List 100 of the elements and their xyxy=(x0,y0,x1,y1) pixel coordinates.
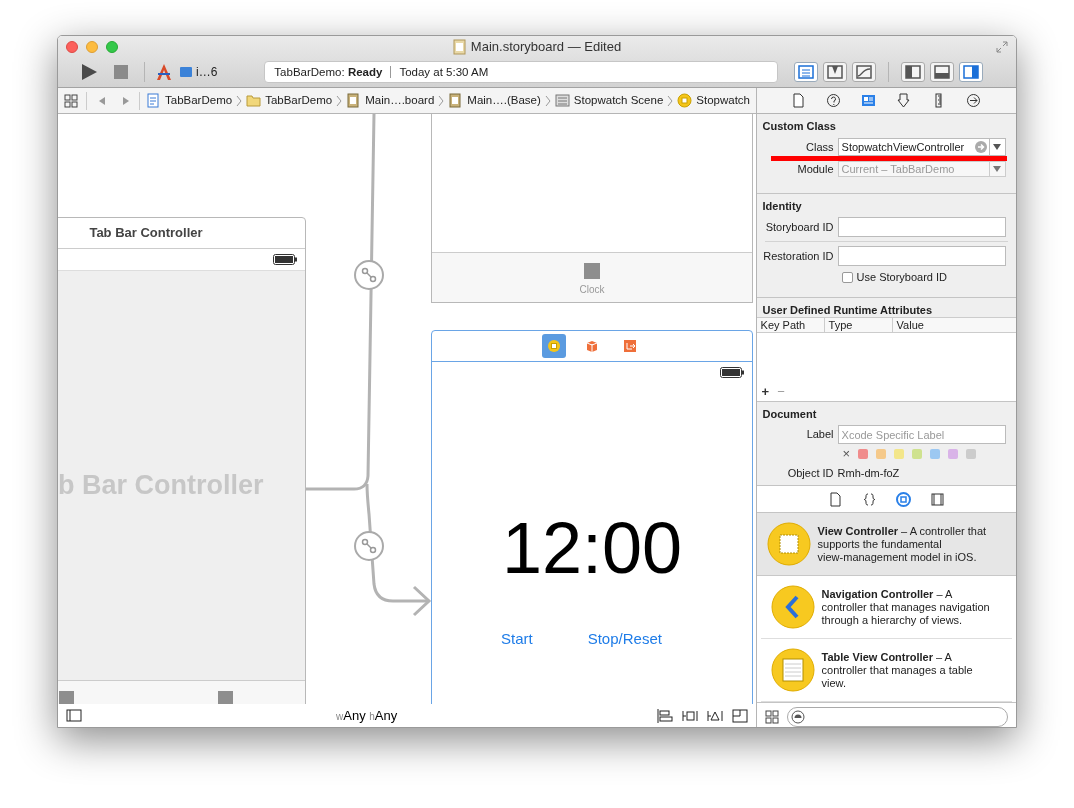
section-header: Document xyxy=(761,407,818,422)
storyboard-icon xyxy=(448,93,464,108)
debug-toggle-button[interactable] xyxy=(930,62,955,83)
attributes-icon xyxy=(895,92,913,109)
battery-icon xyxy=(273,254,297,265)
section-header: Custom Class xyxy=(761,119,837,134)
item-description: Table View Controller – A controller that manages a table view. xyxy=(821,650,974,690)
folder-icon xyxy=(246,93,262,108)
library-item[interactable]: View Controller – A controller that supports the fundamental view‑management model in iOS. xyxy=(756,513,1016,576)
label-color-swatch[interactable] xyxy=(948,448,959,459)
responder-icon xyxy=(584,338,600,354)
field-label: Object ID xyxy=(786,466,835,481)
start-button[interactable]: Start xyxy=(501,628,533,651)
restoration-id-field[interactable] xyxy=(837,246,1006,266)
label-color-swatch[interactable] xyxy=(912,448,923,459)
storyboard-id-field[interactable] xyxy=(837,217,1006,237)
scheme-label[interactable]: i…6 xyxy=(196,63,218,82)
storyboard-file-icon xyxy=(452,38,467,55)
filter-field[interactable] xyxy=(786,706,1008,727)
status-project: TabBarDemo: xyxy=(274,64,346,80)
field-label: Label xyxy=(805,427,835,443)
controller-icon xyxy=(546,338,562,354)
back-arrow-icon[interactable] xyxy=(97,95,107,106)
close-button[interactable] xyxy=(66,40,78,53)
label-color-swatch[interactable] xyxy=(966,448,977,459)
status-state: Ready xyxy=(347,64,383,80)
stop-icon[interactable] xyxy=(114,65,128,80)
dropdown-caret-icon xyxy=(993,166,1002,173)
app-target-icon[interactable] xyxy=(155,63,173,82)
tab-item-icon xyxy=(584,263,600,279)
path-separator-icon xyxy=(336,94,343,107)
standard-toggle-button[interactable] xyxy=(794,62,819,83)
align-icon[interactable] xyxy=(656,708,673,723)
minimize-button[interactable] xyxy=(86,40,98,53)
clear-label-button[interactable]: × xyxy=(842,447,851,460)
time-label: 12:00 xyxy=(501,512,683,584)
navigation-controller-icon xyxy=(770,585,815,629)
forward-arrow-icon[interactable] xyxy=(121,95,131,106)
section-header: Identity xyxy=(761,199,803,214)
utilities-toggle-button[interactable] xyxy=(959,62,984,83)
help-icon xyxy=(825,92,843,109)
jump-bar-item[interactable]: TabBarDemo xyxy=(146,91,233,110)
label-color-swatch[interactable] xyxy=(876,448,887,459)
media-icon xyxy=(928,490,946,508)
checkbox[interactable] xyxy=(841,271,853,283)
checkbox-label: Use Storyboard ID xyxy=(856,270,948,285)
run-icon[interactable] xyxy=(80,63,98,82)
resizing-icon[interactable] xyxy=(731,708,748,723)
arrow-circle-icon[interactable] xyxy=(974,141,987,153)
filter-icon xyxy=(790,709,805,724)
version-toggle-button[interactable] xyxy=(852,62,877,83)
column-header[interactable]: Value xyxy=(892,316,1016,334)
zoom-button[interactable] xyxy=(106,40,118,53)
status-time: Today at 5:30 AM xyxy=(399,64,489,80)
path-separator-icon xyxy=(544,94,551,107)
scene-title: Tab Bar Controller xyxy=(89,224,203,243)
tab-item-label: Clock xyxy=(579,285,605,295)
size-class-button[interactable]: wAny hAny xyxy=(336,705,398,726)
label-color-swatch[interactable] xyxy=(858,448,869,459)
jump-bar-item[interactable]: Main….board xyxy=(346,91,435,110)
table-controller-icon xyxy=(770,648,815,692)
path-separator-icon xyxy=(438,94,445,107)
dropdown-caret-icon xyxy=(993,144,1002,150)
field-label: Storyboard ID xyxy=(764,219,835,235)
pin-icon[interactable] xyxy=(681,708,698,723)
path-separator-icon xyxy=(667,94,674,107)
controller-dock-button[interactable] xyxy=(542,334,566,358)
jump-bar-item[interactable]: TabBarDemo xyxy=(246,91,333,110)
scene-icon xyxy=(554,93,570,108)
label-field[interactable]: Xcode Specific Label xyxy=(837,425,1006,444)
fullscreen-icon[interactable] xyxy=(996,40,1008,53)
jump-bar-item[interactable]: Stopwatch Scene xyxy=(554,91,664,110)
class-combo-box[interactable]: StopwatchViewController xyxy=(837,138,1006,156)
label-color-swatch[interactable] xyxy=(930,448,941,459)
related-items-icon[interactable] xyxy=(64,93,78,108)
grid-view-icon[interactable] xyxy=(764,709,779,724)
item-description: View Controller – A controller that supports the fundamental view‑management model in iOS. xyxy=(817,524,988,564)
field-label: Restoration ID xyxy=(762,248,835,264)
add-button[interactable]: + xyxy=(761,385,770,398)
tab-item-icon xyxy=(218,691,233,704)
exit-icon xyxy=(622,338,638,354)
item-description: Navigation Controller – A controller that manages navigation through a hierarchy of views. xyxy=(821,587,991,627)
assistant-toggle-button[interactable] xyxy=(823,62,848,83)
device-icon[interactable] xyxy=(179,65,193,80)
view-controller-icon xyxy=(766,522,811,566)
jump-bar-item[interactable]: Stopwatch xyxy=(677,91,750,110)
battery-icon xyxy=(720,366,744,378)
project-icon xyxy=(146,93,161,108)
jump-bar-item[interactable]: Main….(Base) xyxy=(448,91,541,110)
window-title: Main.storyboard — Edited xyxy=(470,38,622,57)
object-id-value: Rmh-dm-foZ xyxy=(837,466,900,481)
field-label: Class xyxy=(805,139,835,155)
field-label: Module xyxy=(796,162,835,177)
object-icon xyxy=(894,490,912,508)
stop-reset-button[interactable]: Stop/Reset xyxy=(587,628,662,651)
label-color-swatch[interactable] xyxy=(894,448,905,459)
controller-icon xyxy=(677,93,693,108)
resolve-issues-icon[interactable] xyxy=(706,708,723,723)
sidebar-toggle-icon[interactable] xyxy=(66,709,82,722)
navigator-toggle-button[interactable] xyxy=(901,62,926,83)
